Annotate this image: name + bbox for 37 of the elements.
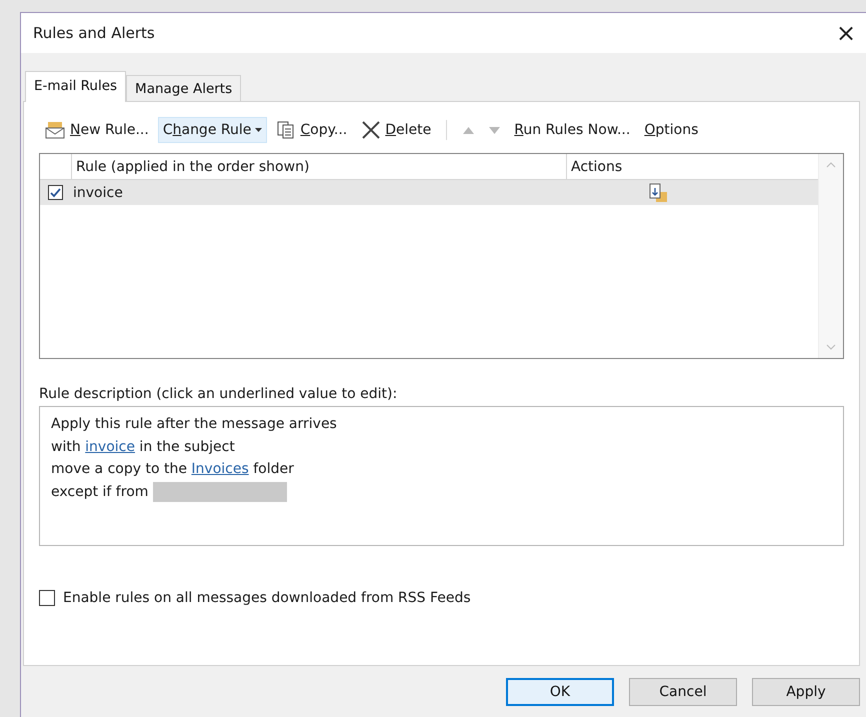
run-rule-button[interactable]: Run Rules Now... bbox=[509, 117, 636, 143]
change-rule-button[interactable]: Change Rule bbox=[158, 117, 268, 143]
up-arrow-icon bbox=[462, 126, 474, 134]
checkbox-label: Enable rules on all messages downloaded from RSS Feeds bbox=[63, 590, 471, 606]
column-header: Actions bbox=[571, 158, 622, 174]
scroll-down-icon bbox=[826, 344, 836, 350]
scroll-up-icon bbox=[826, 162, 836, 168]
rule-name: invoice bbox=[72, 184, 124, 200]
tab[interactable]: Manage Alerts bbox=[126, 75, 242, 102]
down-arrow-icon bbox=[488, 126, 500, 134]
copy-rule-button[interactable]: Copy... bbox=[271, 117, 352, 143]
copy-icon bbox=[276, 120, 296, 140]
window-title: Rules and Alerts bbox=[33, 24, 155, 42]
description-line: with invoice in the subject bbox=[51, 438, 235, 456]
dialog-button[interactable]: Cancel bbox=[629, 678, 737, 706]
value-link[interactable]: Invoices bbox=[191, 461, 249, 477]
tab[interactable]: E-mail Rules bbox=[25, 71, 126, 102]
new-rule-button[interactable]: New Rule... bbox=[39, 117, 154, 143]
delete-icon bbox=[361, 120, 382, 140]
column-header: Rule (applied in the order shown) bbox=[76, 158, 310, 174]
dialog-button[interactable]: OK bbox=[506, 678, 614, 706]
scrollbar[interactable] bbox=[818, 154, 843, 358]
checkbox[interactable] bbox=[39, 590, 55, 606]
checkmark-icon bbox=[50, 188, 61, 198]
checkbox[interactable] bbox=[48, 185, 63, 200]
delete-rule-button[interactable]: Delete bbox=[356, 117, 436, 143]
new-rule-icon bbox=[44, 120, 66, 140]
value-link[interactable]: invoice bbox=[85, 438, 135, 454]
description-line: Apply this rule after the message arrives bbox=[51, 415, 337, 434]
options-rule-button[interactable]: Options bbox=[639, 117, 704, 143]
close-button[interactable]: × bbox=[826, 13, 866, 53]
description-label: Rule description (click an underlined value to edit): bbox=[39, 386, 398, 402]
description-line: move a copy to the Invoices folder bbox=[51, 460, 294, 479]
dialog-button[interactable]: Apply bbox=[752, 678, 860, 706]
copy-to-folder-icon bbox=[648, 182, 668, 202]
description-line: except if from bbox=[51, 482, 150, 502]
rule-row[interactable]: invoice bbox=[40, 180, 818, 205]
